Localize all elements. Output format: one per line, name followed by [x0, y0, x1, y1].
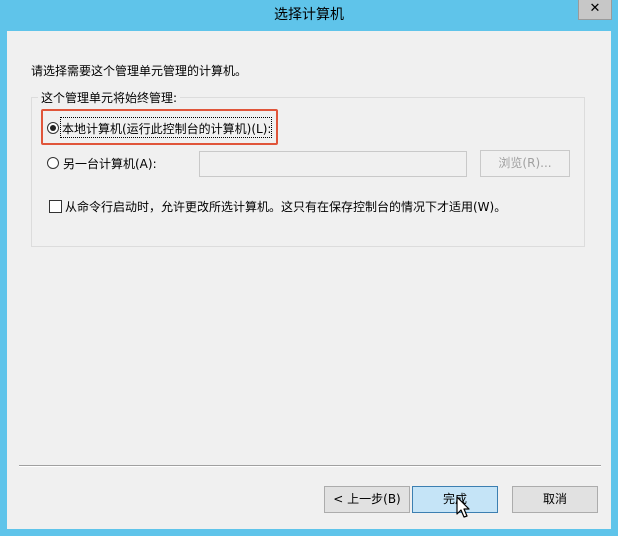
another-computer-radio[interactable]	[47, 157, 59, 169]
group-label: 这个管理单元将始终管理:	[38, 89, 181, 106]
close-icon: ✕	[589, 1, 601, 16]
cancel-button[interactable]: 取消	[512, 486, 598, 513]
title-bar[interactable]: 选择计算机 ✕	[0, 0, 618, 31]
close-button[interactable]: ✕	[578, 0, 612, 20]
footer-separator	[19, 465, 601, 467]
another-computer-input[interactable]	[199, 151, 467, 177]
dialog-title: 选择计算机	[274, 7, 344, 23]
intro-text: 请选择需要这个管理单元管理的计算机。	[31, 64, 248, 78]
another-computer-label[interactable]: 另一台计算机(A):	[63, 155, 157, 172]
select-computer-dialog: 选择计算机 ✕ 请选择需要这个管理单元管理的计算机。 这个管理单元将始终管理: …	[0, 0, 618, 536]
back-button[interactable]: < 上一步(B)	[324, 486, 410, 513]
allow-change-checkbox[interactable]	[49, 200, 62, 213]
dialog-body: 请选择需要这个管理单元管理的计算机。 这个管理单元将始终管理: 本地计算机(运行…	[7, 31, 611, 529]
browse-button[interactable]: 浏览(R)...	[480, 150, 570, 177]
allow-change-label[interactable]: 从命令行启动时，允许更改所选计算机。这只有在保存控制台的情况下才适用(W)。	[65, 198, 506, 215]
annotation-highlight	[41, 109, 278, 145]
mouse-pointer-icon	[456, 496, 470, 518]
finish-button[interactable]: 完成	[412, 486, 498, 513]
